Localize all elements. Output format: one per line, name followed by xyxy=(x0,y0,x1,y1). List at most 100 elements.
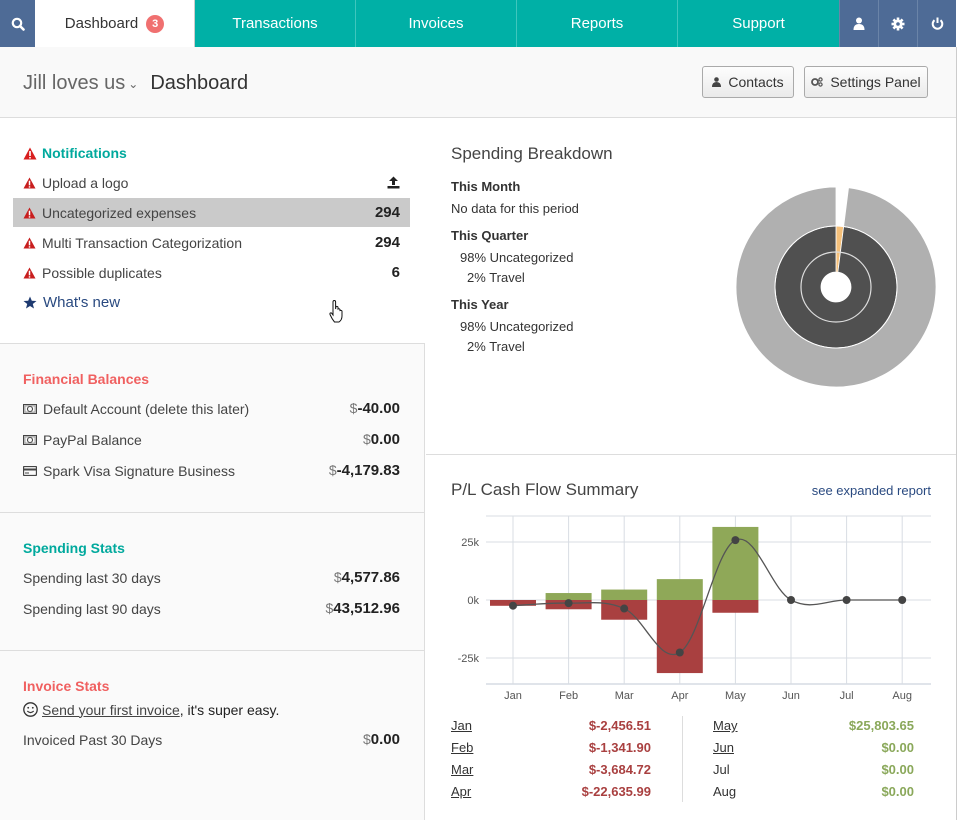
invoiced-label: Invoiced Past 30 Days xyxy=(23,731,163,748)
user-icon xyxy=(712,77,722,87)
net-point-mar xyxy=(620,604,629,613)
x-tick-label: Aug xyxy=(892,690,912,702)
stat-value: 4,577.86 xyxy=(341,569,400,586)
this-quarter-label: This Quarter xyxy=(451,228,529,243)
notification-uncategorized[interactable]: Uncategorized expenses 294 xyxy=(13,198,410,227)
balance-row[interactable]: PayPal Balance $0.00 xyxy=(13,425,410,454)
balance-row[interactable]: Default Account (delete this later) $-40… xyxy=(13,394,410,423)
tab-invoices[interactable]: Invoices xyxy=(356,0,517,47)
tab-transactions[interactable]: Transactions xyxy=(195,0,356,47)
invoiced-value: 0.00 xyxy=(370,731,400,748)
cash-flow-title: P/L Cash Flow Summary xyxy=(451,480,639,499)
x-tick-label: Jul xyxy=(840,690,854,702)
notification-multi-categorization[interactable]: Multi Transaction Categorization 294 xyxy=(13,228,410,257)
send-first-invoice-link[interactable]: Send your first invoice xyxy=(42,702,180,718)
spending-breakdown-panel: Spending Breakdown This Month No data fo… xyxy=(426,118,956,455)
warning-icon xyxy=(23,147,37,159)
search-button[interactable] xyxy=(0,0,35,47)
year-item: 2% Travel xyxy=(467,339,525,354)
this-month-text: No data for this period xyxy=(451,201,579,216)
balance-row[interactable]: Spark Visa Signature Business $-4,179.83 xyxy=(13,456,410,485)
pct: 98% xyxy=(460,250,487,265)
power-icon xyxy=(931,17,943,30)
category: Uncategorized xyxy=(489,250,574,265)
notification-count: 294 xyxy=(374,234,400,251)
stat-row: Spending last 30 days $4,577.86 xyxy=(13,563,410,592)
month-value: $25,803.65 xyxy=(848,718,914,733)
month-value: $-1,341.90 xyxy=(588,740,651,755)
bar-income-mar xyxy=(601,589,648,600)
y-tick-label: 0k xyxy=(467,595,479,607)
tab-reports[interactable]: Reports xyxy=(517,0,678,47)
notification-count: 6 xyxy=(391,264,400,281)
category: Travel xyxy=(489,270,525,285)
notification-label: Uncategorized expenses xyxy=(42,204,197,221)
balance-label: Spark Visa Signature Business xyxy=(43,462,235,479)
balance-label: PayPal Balance xyxy=(43,431,142,448)
balance-value: -4,179.83 xyxy=(336,462,400,479)
gear-icon xyxy=(891,17,905,30)
net-point-jul xyxy=(842,596,851,604)
whats-new-label: What's new xyxy=(43,294,121,311)
net-point-may xyxy=(731,536,740,545)
net-point-apr xyxy=(675,648,684,657)
scrollbar[interactable] xyxy=(956,47,961,820)
contacts-button[interactable]: Contacts xyxy=(702,66,794,98)
month-link[interactable]: Apr xyxy=(451,782,471,802)
stat-label: Spending last 30 days xyxy=(23,569,161,586)
whats-new-link[interactable]: What's new xyxy=(13,288,410,317)
stat-value: 43,512.96 xyxy=(333,600,400,617)
category: Uncategorized xyxy=(489,319,574,334)
month-value: $0.00 xyxy=(881,784,914,799)
month-link[interactable]: Jun xyxy=(713,738,734,758)
chevron-down-icon[interactable]: ⌄ xyxy=(128,77,138,91)
x-tick-label: Mar xyxy=(615,690,634,702)
balance-value: -40.00 xyxy=(357,400,400,417)
x-tick-label: May xyxy=(725,690,746,702)
credit-card-icon xyxy=(23,465,37,476)
notification-label: Upload a logo xyxy=(42,174,129,191)
x-tick-label: Apr xyxy=(671,690,688,702)
year-item: 98% Uncategorized xyxy=(460,319,573,334)
contacts-label: Contacts xyxy=(728,74,784,90)
gears-icon xyxy=(811,77,824,87)
invoice-cta-suffix: , it's super easy. xyxy=(179,701,280,718)
upload-icon[interactable] xyxy=(387,176,400,189)
this-month-label: This Month xyxy=(451,179,521,194)
month-label: Aug xyxy=(713,784,737,799)
expanded-report-link[interactable]: see expanded report xyxy=(812,483,931,498)
month-link[interactable]: May xyxy=(713,716,738,736)
currency-symbol: $ xyxy=(363,731,371,747)
org-selector[interactable]: Jill loves us xyxy=(23,72,125,95)
bar-expense-may xyxy=(712,600,759,613)
settings-button[interactable] xyxy=(878,0,917,47)
spending-donut-chart[interactable] xyxy=(731,182,941,392)
page-header: Jill loves us ⌄ Dashboard Contacts Setti… xyxy=(0,47,956,118)
y-tick-label: 25k xyxy=(461,537,479,549)
cash-flow-chart[interactable]: 25k 0k -25k Jan Feb Mar Apr May Jun Jul Aug xyxy=(426,506,956,706)
notification-upload-logo[interactable]: Upload a logo xyxy=(13,168,410,197)
invoiced-row: Invoiced Past 30 Days $0.00 xyxy=(13,725,410,754)
right-column: Spending Breakdown This Month No data fo… xyxy=(426,118,956,820)
month-value: $0.00 xyxy=(881,762,914,777)
spending-stats-title: Spending Stats xyxy=(23,540,125,556)
y-tick-label: -25k xyxy=(458,653,480,665)
tab-dashboard[interactable]: Dashboard 3 xyxy=(35,0,195,47)
profile-button[interactable] xyxy=(839,0,878,47)
tab-support[interactable]: Support xyxy=(678,0,839,47)
month-link[interactable]: Feb xyxy=(451,738,473,758)
settings-panel-button[interactable]: Settings Panel xyxy=(804,66,928,98)
spending-stats-panel: Spending Stats Spending last 30 days $4,… xyxy=(0,513,425,651)
x-tick-label: Jan xyxy=(504,690,522,702)
month-link[interactable]: Jan xyxy=(451,716,472,736)
logout-button[interactable] xyxy=(917,0,956,47)
top-nav: Dashboard 3 Transactions Invoices Report… xyxy=(0,0,956,47)
tab-label: Transactions xyxy=(232,15,318,32)
spending-breakdown-title: Spending Breakdown xyxy=(451,144,613,163)
month-link[interactable]: Mar xyxy=(451,760,473,780)
donut-center xyxy=(821,272,851,302)
star-icon xyxy=(23,296,37,309)
financial-balances-panel: Financial Balances Default Account (dele… xyxy=(0,344,425,513)
notification-duplicates[interactable]: Possible duplicates 6 xyxy=(13,258,410,287)
financial-balances-title: Financial Balances xyxy=(23,371,150,387)
